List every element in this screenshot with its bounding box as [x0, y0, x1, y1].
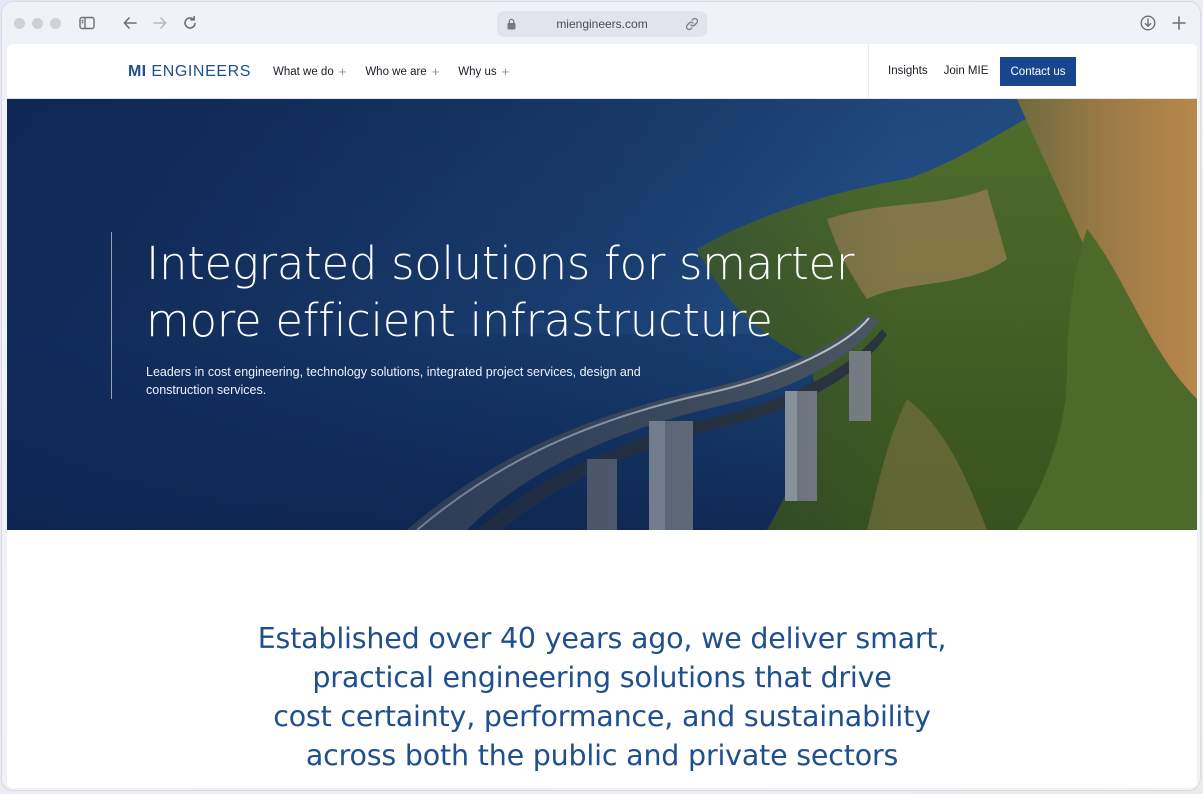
hero-subtitle: Leaders in cost engineering, technology … [146, 365, 641, 397]
insights-link[interactable]: Insights [888, 65, 928, 77]
intro-line: practical engineering solutions that dri… [312, 661, 892, 694]
address-bar[interactable]: miengineers.com [497, 11, 707, 37]
site-logo[interactable]: MI ENGINEERS [128, 63, 251, 81]
intro-line: Established over 40 years ago, we delive… [257, 622, 947, 655]
nav-divider [868, 44, 869, 99]
plus-icon: + [431, 64, 440, 79]
hero-title-line-1: Integrated solutions for smarter [146, 237, 855, 290]
minimize-window-button[interactable] [32, 18, 43, 29]
menu-item-who-we-are[interactable]: Who we are + [365, 65, 439, 78]
logo-bold-text: MI [128, 63, 147, 80]
hero-section: Integrated solutions for smarter more ef… [7, 99, 1197, 530]
contact-us-button[interactable]: Contact us [1000, 57, 1076, 86]
hero-title-line-2: more efficient infrastructure [146, 294, 773, 347]
sidebar-icon[interactable] [78, 14, 96, 32]
web-page: MI ENGINEERS What we do + Who we are + W… [7, 44, 1197, 788]
lock-icon [507, 18, 516, 30]
plus-icon: + [501, 64, 510, 79]
close-window-button[interactable] [14, 18, 25, 29]
zoom-window-button[interactable] [50, 18, 61, 29]
hero-accent-rule [111, 232, 112, 399]
window-controls[interactable] [14, 18, 61, 29]
menu-item-what-we-do[interactable]: What we do + [273, 65, 346, 78]
link-icon[interactable] [685, 17, 699, 31]
download-icon[interactable] [1139, 14, 1157, 32]
menu-item-label: What we do [273, 65, 334, 78]
main-menu: What we do + Who we are + Why us + [273, 65, 509, 78]
intro-statement: Established over 40 years ago, we delive… [7, 619, 1197, 775]
reload-icon[interactable] [181, 14, 199, 32]
logo-rest-text: ENGINEERS [146, 63, 252, 80]
menu-item-label: Who we are [365, 65, 427, 78]
intro-line: across both the public and private secto… [305, 739, 899, 772]
browser-window: miengineers.com MI ENGINEERS What we do … [1, 1, 1201, 791]
intro-line: cost certainty, performance, and sustain… [273, 700, 931, 733]
hero-title: Integrated solutions for smarter more ef… [146, 235, 926, 349]
secondary-nav: Insights Join MIE [888, 65, 988, 77]
site-header: MI ENGINEERS What we do + Who we are + W… [7, 44, 1197, 99]
join-mie-link[interactable]: Join MIE [944, 65, 989, 77]
back-arrow-icon[interactable] [121, 14, 139, 32]
url-text: miengineers.com [556, 17, 648, 31]
plus-icon: + [338, 64, 347, 79]
forward-arrow-icon[interactable] [151, 14, 169, 32]
new-tab-plus-icon[interactable] [1170, 14, 1188, 32]
menu-item-label: Why us [458, 65, 497, 78]
menu-item-why-us[interactable]: Why us + [458, 65, 509, 78]
browser-toolbar: miengineers.com [2, 2, 1200, 44]
